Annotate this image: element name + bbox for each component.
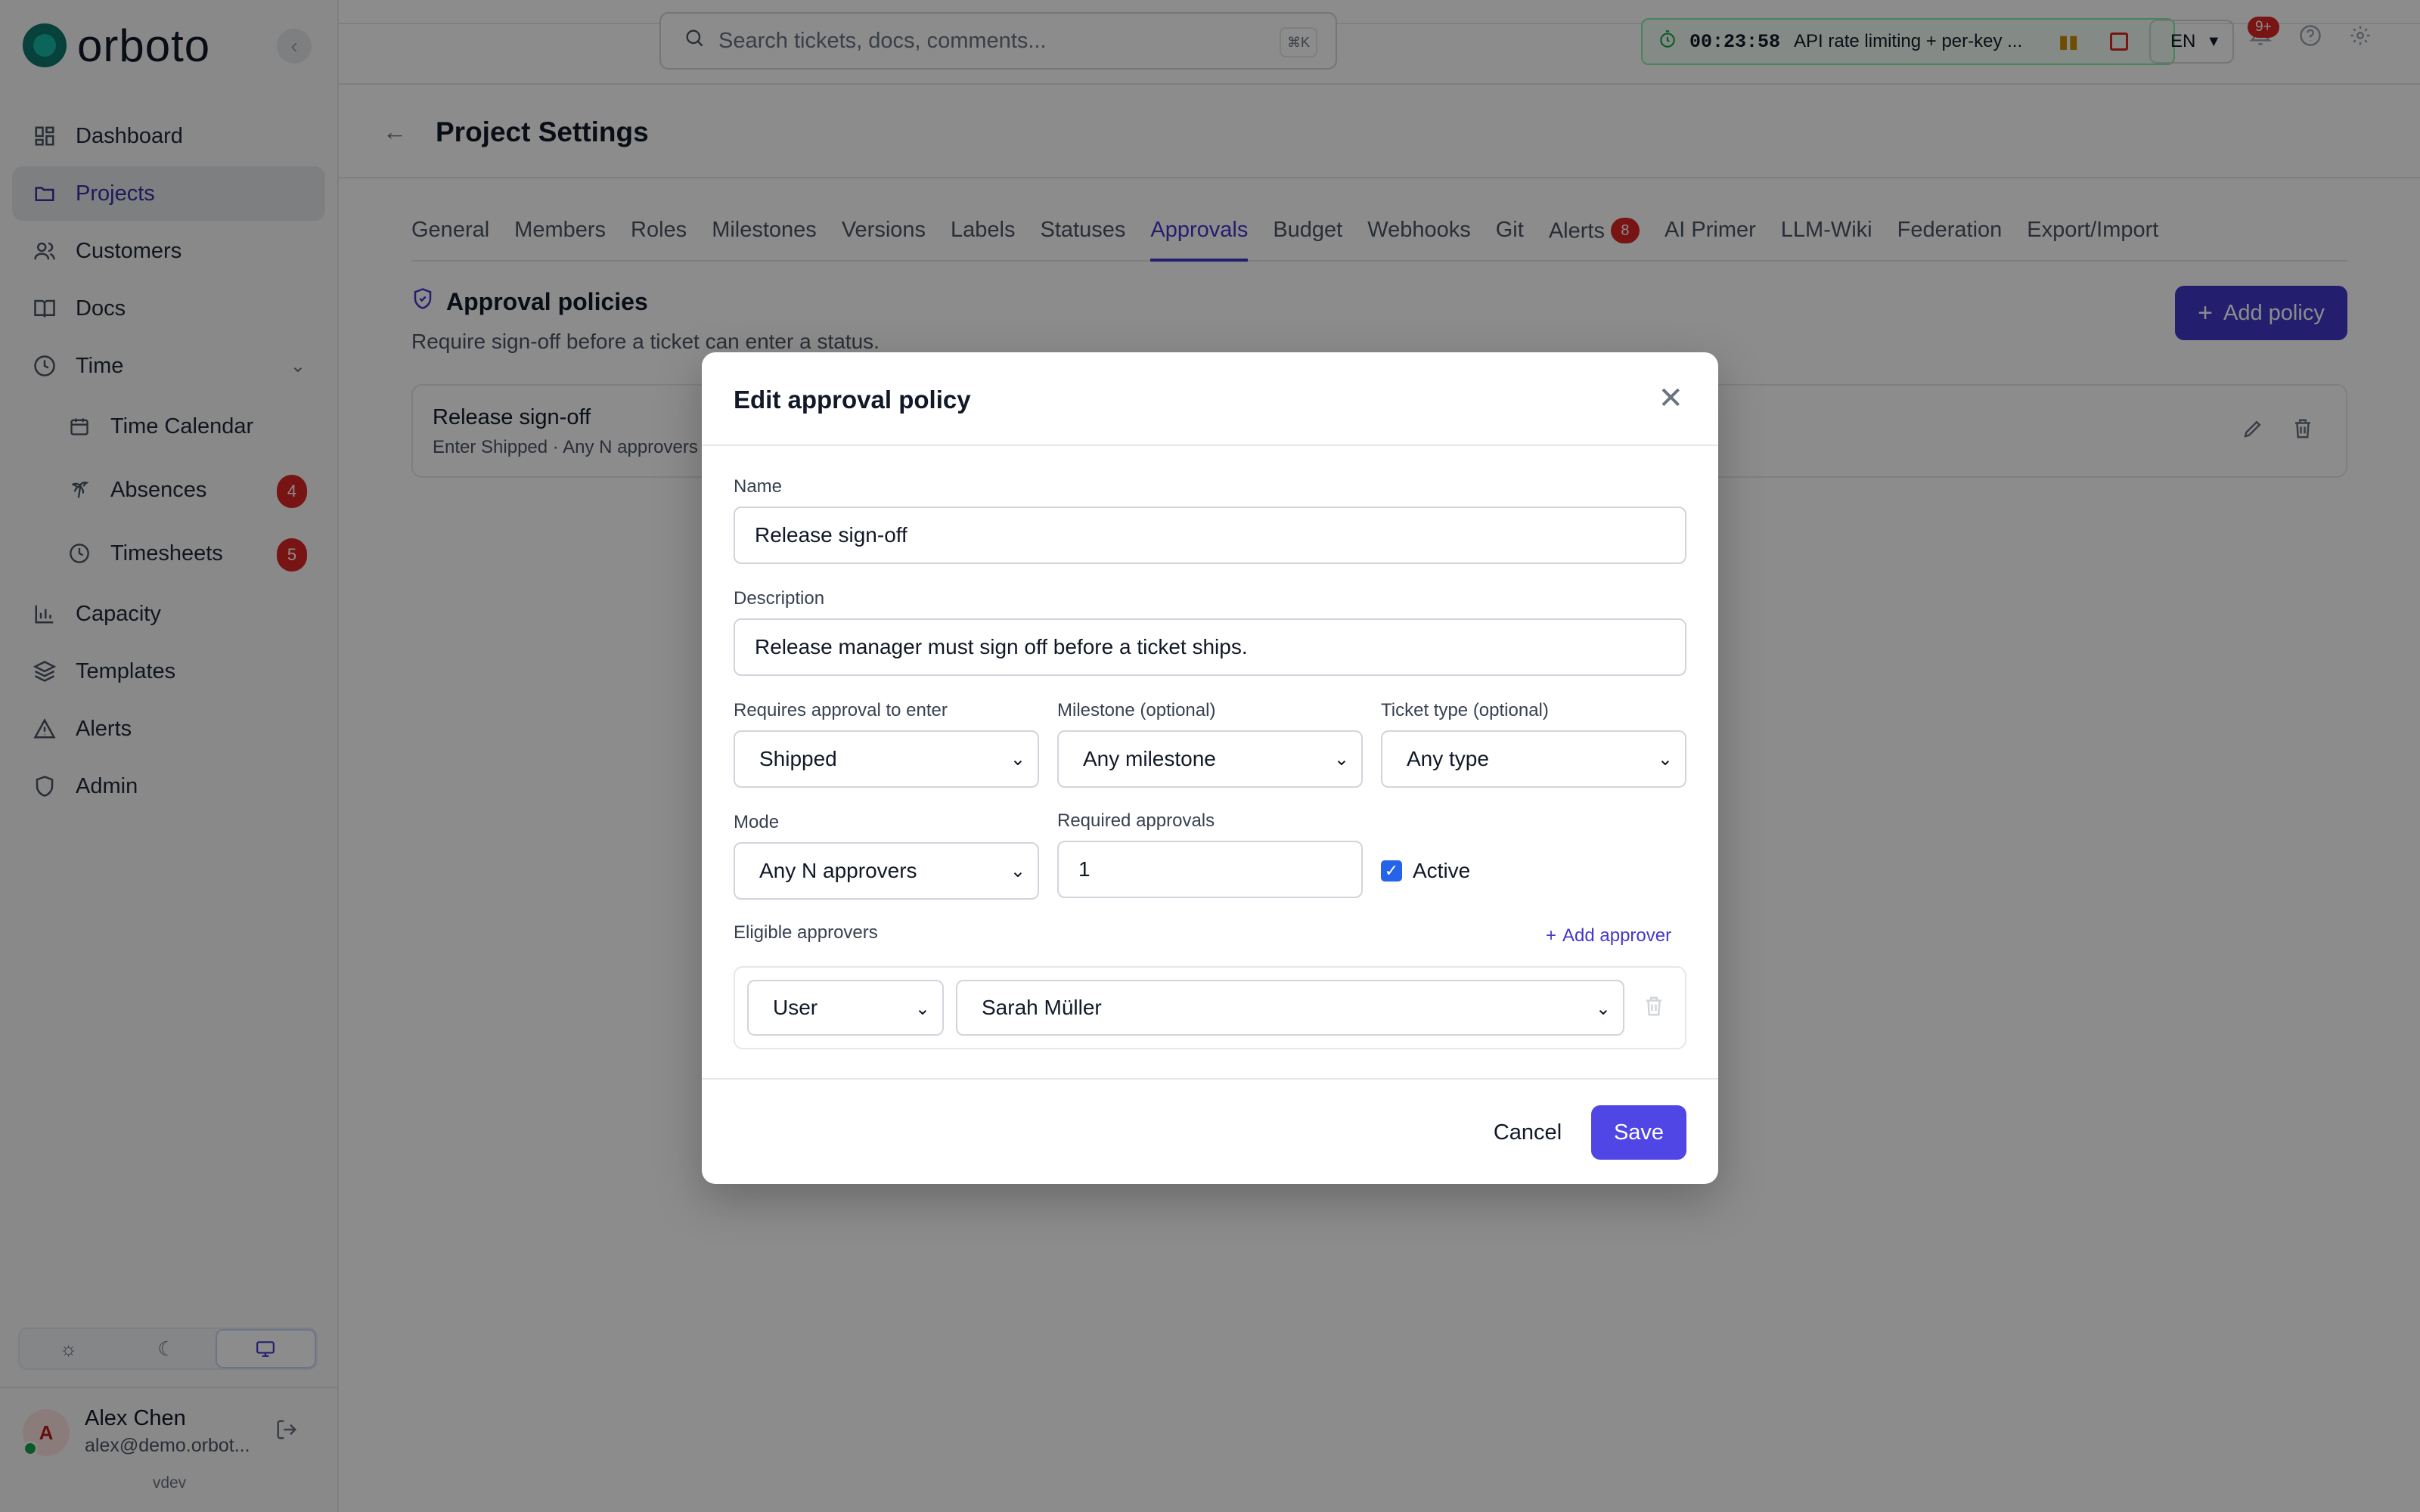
add-approver-button[interactable]: + Add approver bbox=[1546, 925, 1671, 947]
ticket-type-select[interactable]: Any type ⌄ bbox=[1381, 730, 1686, 788]
active-label: Active bbox=[1413, 859, 1471, 882]
description-field[interactable]: Release manager must sign off before a t… bbox=[734, 618, 1686, 676]
chevron-down-icon: ⌄ bbox=[1333, 749, 1349, 770]
mode-select[interactable]: Any N approvers ⌄ bbox=[734, 842, 1039, 900]
chevron-down-icon: ⌄ bbox=[1010, 749, 1025, 770]
trash-icon bbox=[1643, 995, 1665, 1023]
approver-user-select[interactable]: Sarah Müller ⌄ bbox=[956, 980, 1624, 1036]
approver-kind-value: User bbox=[773, 996, 818, 1019]
chevron-down-icon: ⌄ bbox=[1595, 999, 1611, 1019]
mode-value: Any N approvers bbox=[759, 859, 917, 882]
required-approvals-input[interactable]: 1 bbox=[1057, 841, 1363, 898]
required-approvals-label: Required approvals bbox=[1057, 810, 1215, 831]
status-select[interactable]: Shipped ⌄ bbox=[734, 730, 1039, 788]
milestone-label: Milestone (optional) bbox=[1057, 700, 1216, 720]
name-label: Name bbox=[734, 476, 783, 497]
cancel-button[interactable]: Cancel bbox=[1482, 1105, 1573, 1160]
chevron-down-icon: ⌄ bbox=[914, 999, 930, 1019]
save-button[interactable]: Save bbox=[1591, 1105, 1686, 1160]
chevron-down-icon: ⌄ bbox=[1657, 749, 1673, 770]
status-value: Shipped bbox=[759, 747, 837, 770]
add-approver-label: Add approver bbox=[1562, 925, 1672, 946]
dialog-header: Edit approval policy ✕ bbox=[702, 352, 1718, 446]
dialog-title: Edit approval policy bbox=[734, 386, 971, 414]
milestone-value: Any milestone bbox=[1083, 747, 1216, 770]
eligible-approvers-label: Eligible approvers bbox=[734, 922, 878, 943]
ticket-type-label: Ticket type (optional) bbox=[1381, 700, 1549, 720]
plus-icon: + bbox=[1546, 925, 1557, 946]
ticket-type-value: Any type bbox=[1407, 747, 1489, 770]
name-field[interactable]: Release sign-off bbox=[734, 507, 1686, 564]
milestone-select[interactable]: Any milestone ⌄ bbox=[1057, 730, 1363, 788]
approver-user-value: Sarah Müller bbox=[982, 996, 1102, 1019]
dialog-footer-divider bbox=[702, 1078, 1718, 1080]
edit-approval-policy-dialog: Edit approval policy ✕ Name Release sign… bbox=[702, 352, 1718, 1184]
chevron-down-icon: ⌄ bbox=[1010, 861, 1025, 881]
status-label: Requires approval to enter bbox=[734, 700, 948, 720]
approver-kind-select[interactable]: User ⌄ bbox=[747, 980, 944, 1036]
close-icon[interactable]: ✕ bbox=[1658, 381, 1683, 416]
description-label: Description bbox=[734, 588, 825, 609]
active-checkbox[interactable]: ✓ bbox=[1381, 860, 1402, 881]
mode-label: Mode bbox=[734, 812, 780, 832]
